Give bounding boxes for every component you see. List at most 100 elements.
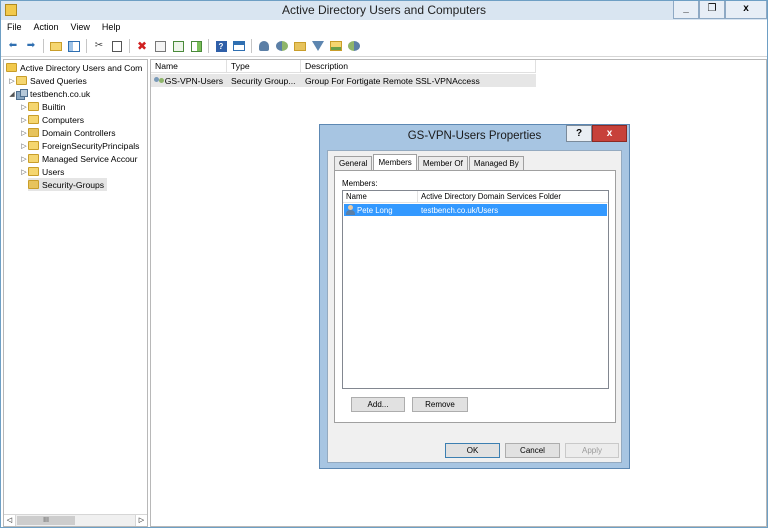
toolbar-separator — [43, 39, 44, 53]
members-list[interactable]: Name Active Directory Domain Services Fo… — [342, 190, 609, 389]
tab-managed-by[interactable]: Managed By — [468, 156, 524, 170]
column-header-description[interactable]: Description — [301, 60, 536, 73]
refresh-icon[interactable] — [171, 39, 185, 53]
close-button[interactable]: x — [725, 1, 767, 19]
toolbar-separator — [129, 39, 130, 53]
export-icon[interactable] — [189, 39, 203, 53]
filter-icon[interactable] — [311, 39, 325, 53]
tree-item-label: Managed Service Accour — [42, 153, 138, 164]
delete-icon[interactable]: ✖ — [135, 39, 149, 53]
tree-item-security-groups[interactable]: Security-Groups — [28, 178, 108, 191]
copy-icon[interactable] — [110, 39, 124, 53]
domain-icon — [16, 88, 28, 100]
members-list-header: Name Active Directory Domain Services Fo… — [343, 191, 608, 203]
tree-item-label: Builtin — [42, 101, 66, 112]
list-row[interactable]: GS-VPN-Users Security Group... Group For… — [151, 74, 536, 87]
menu-action[interactable]: Action — [28, 20, 65, 36]
list-header: Name Type Description — [151, 60, 536, 73]
add-to-group-icon[interactable] — [329, 39, 343, 53]
group-icon — [154, 76, 164, 86]
expand-arrow-icon[interactable]: ▷ — [20, 116, 28, 124]
tree-item-managed-service-accounts[interactable]: ▷ Managed Service Accour — [20, 152, 138, 165]
menu-help[interactable]: Help — [96, 20, 127, 36]
column-header-type[interactable]: Type — [227, 60, 301, 73]
tree-root-label: Active Directory Users and Com — [20, 62, 143, 73]
tree-item-domain[interactable]: ◢ testbench.co.uk — [8, 87, 90, 100]
tree-item-computers[interactable]: ▷ Computers — [20, 113, 84, 126]
scroll-thumb[interactable]: III — [17, 516, 75, 525]
column-header-name[interactable]: Name — [151, 60, 227, 73]
menu-file[interactable]: File — [1, 20, 28, 36]
column-header-folder[interactable]: Active Directory Domain Services Folder — [418, 191, 608, 202]
tree-item-foreign-security-principals[interactable]: ▷ ForeignSecurityPrincipals — [20, 139, 139, 152]
folder-icon — [28, 154, 39, 163]
window-title: Active Directory Users and Computers — [281, 3, 487, 17]
tree-horizontal-scrollbar[interactable]: ◁ III ▷ — [4, 514, 147, 526]
menu-view[interactable]: View — [65, 20, 96, 36]
tree-item-label: Computers — [42, 114, 85, 125]
folder-icon — [28, 141, 39, 150]
properties-icon[interactable] — [153, 39, 167, 53]
scroll-left-icon[interactable]: ◁ — [4, 515, 16, 526]
tree-root[interactable]: Active Directory Users and Com — [6, 61, 142, 74]
add-button[interactable]: Add... — [351, 397, 405, 412]
title-bar[interactable]: Active Directory Users and Computers _ ❐… — [1, 1, 767, 20]
tree-item-builtin[interactable]: ▷ Builtin — [20, 100, 65, 113]
tree-item-domain-controllers[interactable]: ▷ Domain Controllers — [20, 126, 116, 139]
tab-general[interactable]: General — [334, 156, 373, 170]
delegate-icon[interactable] — [347, 39, 361, 53]
list-cell-name: GS-VPN-Users — [151, 74, 227, 87]
collapse-arrow-icon[interactable]: ◢ — [8, 90, 16, 98]
console-icon[interactable] — [232, 39, 246, 53]
properties-dialog: GS-VPN-Users Properties ? x General Memb… — [319, 124, 630, 469]
tree-item-label: Domain Controllers — [42, 127, 116, 138]
dialog-help-button[interactable]: ? — [566, 125, 592, 142]
up-folder-icon[interactable] — [49, 39, 63, 53]
snapin-folder-icon — [6, 63, 17, 72]
restore-button[interactable]: ❐ — [699, 1, 725, 19]
dialog-close-button[interactable]: x — [592, 125, 627, 142]
members-tab-page: Members: Name Active Directory Domain Se… — [334, 170, 616, 423]
expand-arrow-icon[interactable]: ▷ — [20, 155, 28, 163]
help-icon[interactable]: ? — [214, 39, 228, 53]
ok-button[interactable]: OK — [445, 443, 500, 458]
dialog-body: General Members Member Of Managed By Mem… — [327, 150, 622, 463]
minimize-button[interactable]: _ — [673, 1, 699, 19]
cancel-button[interactable]: Cancel — [505, 443, 560, 458]
expand-arrow-icon[interactable]: ▷ — [20, 142, 28, 150]
tree-item-saved-queries[interactable]: ▷ Saved Queries — [8, 74, 87, 87]
tree-item-label: Security-Groups — [42, 179, 105, 190]
list-cell-description: Group For Fortigate Remote SSL-VPNAccess — [305, 75, 480, 86]
apply-button[interactable]: Apply — [565, 443, 619, 458]
tab-members[interactable]: Members — [373, 154, 417, 170]
show-tree-icon[interactable] — [67, 39, 81, 53]
remove-button[interactable]: Remove — [412, 397, 468, 412]
table-row[interactable]: Pete Long testbench.co.uk/Users — [344, 204, 607, 216]
new-user-icon[interactable] — [257, 39, 271, 53]
dialog-title-bar[interactable]: GS-VPN-Users Properties ? x — [320, 125, 629, 148]
member-cell-folder: testbench.co.uk/Users — [421, 205, 499, 215]
tree-item-users[interactable]: ▷ Users — [20, 165, 64, 178]
folder-icon — [16, 76, 27, 85]
expand-arrow-icon[interactable]: ▷ — [8, 77, 16, 85]
toolbar: ⬅ ➡ ✂ ✖ ? — [1, 36, 767, 57]
back-arrow-icon[interactable]: ⬅ — [6, 39, 20, 53]
toolbar-separator — [208, 39, 209, 53]
new-group-icon[interactable] — [275, 39, 289, 53]
tab-member-of[interactable]: Member Of — [417, 156, 468, 170]
expand-arrow-icon[interactable]: ▷ — [20, 103, 28, 111]
folder-icon — [28, 102, 39, 111]
scroll-right-icon[interactable]: ▷ — [135, 515, 147, 526]
toolbar-separator — [86, 39, 87, 53]
expand-arrow-icon[interactable]: ▷ — [20, 168, 28, 176]
toolbar-separator — [251, 39, 252, 53]
tree-item-label: testbench.co.uk — [30, 88, 91, 99]
dialog-tabs: General Members Member Of Managed By — [334, 154, 525, 171]
menu-bar: File Action View Help — [1, 20, 767, 36]
cut-icon[interactable]: ✂ — [92, 39, 106, 53]
expand-arrow-icon[interactable]: ▷ — [20, 129, 28, 137]
forward-arrow-icon[interactable]: ➡ — [24, 39, 38, 53]
column-header-name[interactable]: Name — [343, 191, 418, 202]
console-tree-pane[interactable]: Active Directory Users and Com ▷ Saved Q… — [3, 59, 148, 527]
new-ou-icon[interactable] — [293, 39, 307, 53]
